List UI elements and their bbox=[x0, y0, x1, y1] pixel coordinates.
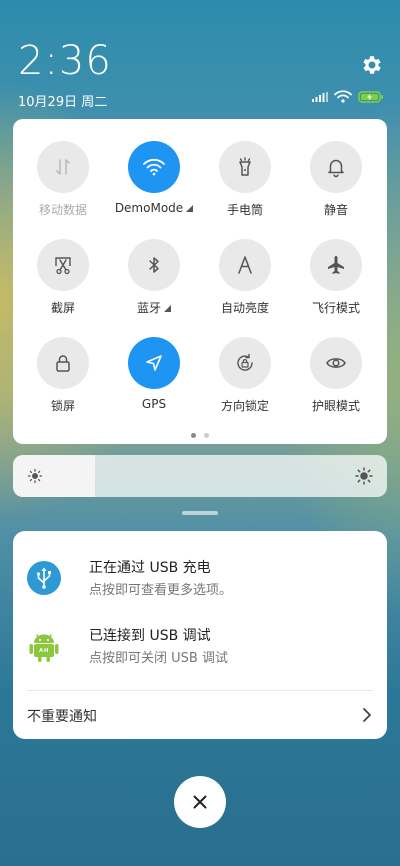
tile-mobile-data-button[interactable] bbox=[37, 141, 89, 193]
tile-lock-screen-button[interactable] bbox=[37, 337, 89, 389]
gear-icon[interactable] bbox=[360, 53, 384, 77]
notification-subtitle: 点按即可关闭 USB 调试 bbox=[89, 651, 228, 666]
brightness-slider[interactable] bbox=[13, 455, 387, 497]
notification-title: 正在通过 USB 充电 bbox=[89, 560, 211, 576]
tile-label: GPS bbox=[141, 397, 167, 411]
notification-subtitle: 点按即可查看更多选项。 bbox=[89, 583, 233, 598]
brightness-fill bbox=[13, 455, 96, 497]
tile-label: 静音 bbox=[323, 203, 348, 217]
signal-icon bbox=[312, 91, 328, 102]
brightness-low-icon bbox=[27, 468, 43, 484]
tile-gps[interactable]: GPS bbox=[114, 337, 194, 411]
tile-label-wrap: 蓝牙 bbox=[114, 299, 194, 316]
bell-icon bbox=[328, 159, 344, 178]
tile-bluetooth-button[interactable] bbox=[128, 239, 180, 291]
tile-label: 蓝牙 bbox=[136, 301, 161, 315]
close-icon bbox=[193, 795, 207, 809]
tile-label: 手电筒 bbox=[226, 203, 263, 217]
clock: 2:36 bbox=[18, 38, 112, 84]
notification-panel: 正在通过 USB 充电 点按即可查看更多选项。 已连接到 USB 调试 点按即可… bbox=[13, 531, 387, 739]
page-indicator bbox=[13, 433, 387, 438]
drag-handle[interactable] bbox=[182, 511, 218, 515]
tile-wifi-button[interactable] bbox=[128, 141, 180, 193]
tile-label: 截屏 bbox=[50, 301, 75, 315]
tile-label: 护眼模式 bbox=[311, 399, 360, 413]
tile-eye-protection[interactable]: 护眼模式 bbox=[296, 337, 376, 414]
tile-lock-screen[interactable]: 锁屏 bbox=[23, 337, 103, 414]
tile-label: 自动亮度 bbox=[220, 301, 269, 315]
auto-brightness-icon bbox=[238, 256, 252, 274]
usb-icon bbox=[27, 561, 61, 595]
tile-bluetooth[interactable]: 蓝牙 bbox=[114, 239, 194, 316]
rotation-lock-icon bbox=[237, 353, 253, 371]
notification-title: 已连接到 USB 调试 bbox=[89, 628, 211, 644]
tile-label: 飞行模式 bbox=[311, 301, 360, 315]
tile-airplane-button[interactable] bbox=[310, 239, 362, 291]
tile-auto-brightness-button[interactable] bbox=[219, 239, 271, 291]
tile-mute[interactable]: 静音 bbox=[296, 141, 376, 218]
android-icon bbox=[29, 634, 59, 662]
tile-eye-protection-button[interactable] bbox=[310, 337, 362, 389]
brightness-high-icon bbox=[355, 467, 373, 485]
tile-rotation-lock-button[interactable] bbox=[219, 337, 271, 389]
page-dot-active bbox=[191, 433, 196, 438]
tile-label: 方向锁定 bbox=[220, 399, 269, 413]
quick-settings-panel: 移动数据 DemoMode 手电筒 静音 截屏 蓝牙 自动亮度 飞行模式 锁屏 … bbox=[13, 119, 387, 444]
tile-gps-button[interactable] bbox=[128, 337, 180, 389]
tile-airplane[interactable]: 飞行模式 bbox=[296, 239, 376, 316]
mobile-data-icon bbox=[56, 159, 70, 175]
wifi-icon bbox=[143, 158, 165, 176]
tile-screenshot-button[interactable] bbox=[37, 239, 89, 291]
airplane-icon bbox=[328, 256, 344, 274]
battery-charging-icon bbox=[358, 90, 383, 103]
wifi-icon bbox=[334, 90, 352, 103]
bluetooth-icon bbox=[149, 257, 159, 273]
tile-rotation-lock[interactable]: 方向锁定 bbox=[205, 337, 285, 414]
more-options-icon[interactable] bbox=[186, 205, 194, 212]
divider bbox=[27, 690, 373, 691]
tile-mobile-data[interactable]: 移动数据 bbox=[23, 141, 103, 218]
lock-icon bbox=[56, 355, 70, 372]
tile-screenshot[interactable]: 截屏 bbox=[23, 239, 103, 316]
location-icon bbox=[146, 355, 162, 371]
tile-flashlight[interactable]: 手电筒 bbox=[205, 141, 285, 218]
unimportant-notifications-link[interactable]: 不重要通知 bbox=[27, 706, 97, 726]
page-dot bbox=[204, 433, 209, 438]
chevron-right-icon[interactable] bbox=[361, 707, 373, 723]
more-options-icon[interactable] bbox=[164, 305, 171, 312]
tile-mute-button[interactable] bbox=[310, 141, 362, 193]
tile-label: 锁屏 bbox=[50, 399, 75, 413]
clear-all-button[interactable] bbox=[174, 776, 226, 828]
tile-auto-brightness[interactable]: 自动亮度 bbox=[205, 239, 285, 316]
screenshot-icon bbox=[55, 257, 71, 275]
tile-label: 移动数据 bbox=[38, 203, 87, 217]
system-icons bbox=[312, 90, 384, 103]
tile-flashlight-button[interactable] bbox=[219, 141, 271, 193]
tile-label: DemoMode bbox=[114, 201, 184, 215]
eye-icon bbox=[326, 358, 346, 368]
date: 10月29日 周二 bbox=[18, 95, 108, 110]
flashlight-icon bbox=[239, 157, 251, 176]
tile-label-wrap: DemoMode bbox=[114, 201, 194, 215]
tile-wifi[interactable]: DemoMode bbox=[114, 141, 194, 215]
